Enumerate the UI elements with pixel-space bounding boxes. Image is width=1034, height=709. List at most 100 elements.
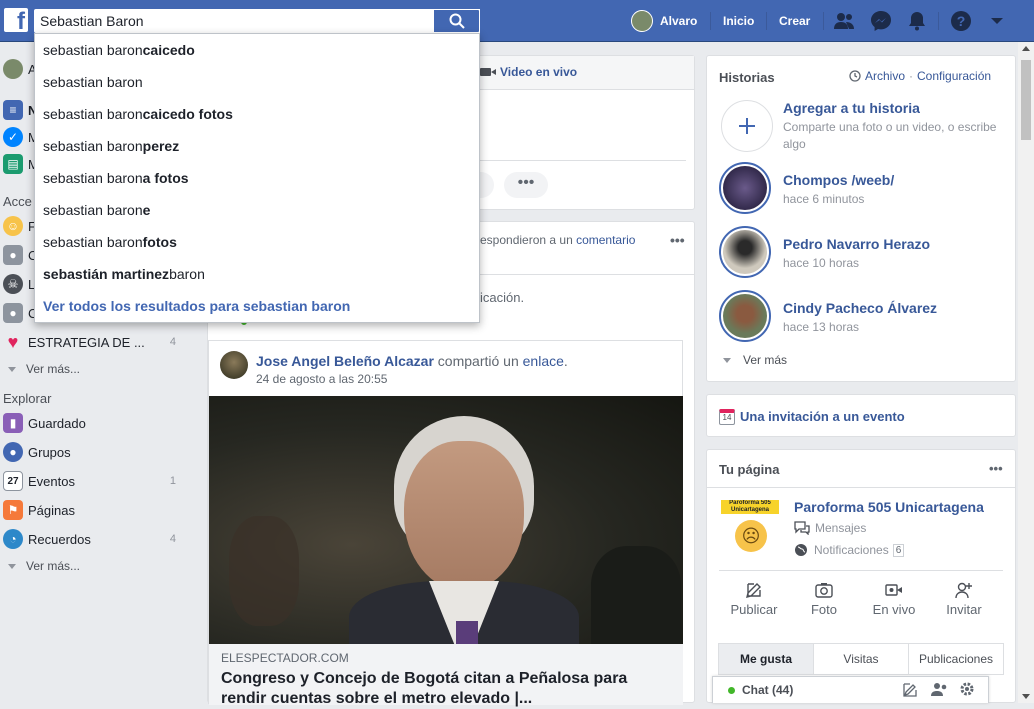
story-avatar[interactable] [719, 290, 771, 342]
help-icon[interactable]: ? [950, 10, 972, 32]
shortcuts-heading: Acce [3, 194, 32, 209]
event-invite-card[interactable]: 14 Una invitación a un evento [706, 394, 1016, 437]
scroll-down-icon[interactable] [1022, 694, 1030, 699]
sidebar-item-pages[interactable]: ⚑ Páginas [0, 497, 190, 523]
friend-requests-icon[interactable] [833, 10, 855, 32]
notifications-bell-icon[interactable] [906, 10, 928, 32]
invite-button[interactable]: Invitar [929, 581, 999, 617]
search-button[interactable] [434, 9, 480, 33]
event-invite-link[interactable]: Una invitación a un evento [740, 409, 905, 424]
search-suggestion[interactable]: sebastian baron a fotos [35, 162, 479, 194]
tab-visits[interactable]: Visitas [814, 644, 909, 674]
chevron-down-icon [8, 563, 16, 569]
photo-button[interactable]: Foto [789, 581, 859, 617]
page-logo-text: Paroforma 505 Unicartagena [721, 500, 779, 514]
action-label: En vivo [872, 602, 916, 617]
see-all-results-link[interactable]: Ver todos los resultados para sebastian … [35, 290, 479, 322]
story-name[interactable]: Pedro Navarro Herazo [783, 236, 930, 252]
shared-link[interactable]: enlace [523, 353, 564, 369]
suggestion-text: baron [169, 266, 205, 282]
search-suggestion[interactable]: sebastián martinez baron [35, 258, 479, 290]
stories-title: Historias [719, 70, 775, 85]
profile-link[interactable]: Alvaro [631, 0, 697, 42]
page-name-link[interactable]: Paroforma 505 Unicartagena [794, 499, 984, 515]
notification-text: respondieron a un comentario [476, 233, 635, 247]
sidebar-item-saved[interactable]: ▮ Guardado [0, 410, 190, 436]
home-link[interactable]: Inicio [723, 0, 754, 42]
profile-name: Alvaro [660, 14, 698, 28]
tab-posts[interactable]: Publicaciones [909, 644, 1003, 674]
messenger-icon[interactable] [870, 10, 892, 32]
story-name[interactable]: Cindy Pacheco Álvarez [783, 300, 937, 316]
sidebar-item-strategy[interactable]: ♥ ESTRATEGIA DE ... 4 [0, 329, 190, 355]
sidebar-item-memories[interactable]: ◔ Recuerdos 4 [0, 526, 190, 552]
publish-button[interactable]: Publicar [719, 581, 789, 617]
create-link[interactable]: Crear [779, 0, 810, 42]
link-preview-image[interactable] [209, 396, 683, 644]
scroll-up-icon[interactable] [1022, 46, 1030, 51]
chat-settings-gear-icon[interactable] [959, 681, 975, 700]
search-input[interactable] [34, 9, 434, 33]
stories-see-more[interactable]: Ver más [723, 353, 787, 367]
post-action-text: . [563, 353, 568, 369]
camera-icon [815, 583, 833, 598]
item-count: 4 [169, 336, 176, 348]
calendar-icon: 27 [3, 471, 23, 491]
page-options-icon[interactable]: ••• [989, 461, 1003, 476]
search-suggestion[interactable]: sebastian baron e [35, 194, 479, 226]
chat-label: Chat (44) [742, 683, 794, 697]
tab-likes[interactable]: Me gusta [719, 644, 814, 674]
post-options-icon[interactable]: ••• [670, 232, 685, 248]
comment-link[interactable]: comentario [576, 233, 635, 247]
avatar[interactable] [220, 351, 248, 379]
stories-links: Archivo · Configuración [849, 69, 991, 83]
story-avatar[interactable] [719, 162, 771, 214]
account-menu-chevron-down-icon[interactable] [986, 10, 1008, 32]
suggestion-bold-text: caicedo fotos [142, 106, 233, 122]
search-suggestion[interactable]: sebastian baron caicedo [35, 34, 479, 66]
story-avatar[interactable] [719, 226, 771, 278]
search-suggestion[interactable]: sebastian baron perez [35, 130, 479, 162]
more-options-icon[interactable]: ••• [504, 172, 548, 198]
sidebar-item-groups[interactable]: ● Grupos [0, 439, 190, 465]
sidebar-item-label: Grupos [28, 444, 71, 460]
page-messages-link[interactable]: Mensajes [794, 521, 866, 535]
divider [719, 570, 1003, 571]
new-group-icon[interactable] [931, 682, 948, 700]
photo-shape [229, 516, 299, 626]
post-author-link[interactable]: Jose Angel Beleño Alcazar [256, 353, 434, 369]
post-timestamp[interactable]: 24 de agosto a las 20:55 [256, 372, 387, 386]
messages-label: Mensajes [815, 521, 867, 535]
see-more-explore-link[interactable]: Ver más... [8, 559, 80, 573]
live-video-label: Video en vivo [500, 65, 578, 79]
post-action-text: compartió un [433, 353, 523, 369]
facebook-logo-icon[interactable]: f [4, 8, 28, 32]
search-suggestion[interactable]: sebastian baron fotos [35, 226, 479, 258]
item-count: 4 [169, 533, 176, 545]
scrollbar-thumb[interactable] [1021, 60, 1031, 140]
live-button[interactable]: En vivo [859, 581, 929, 617]
search-box [34, 9, 480, 33]
see-more-shortcuts-link[interactable]: Ver más... [8, 362, 80, 376]
search-suggestion[interactable]: sebastian baron [35, 66, 479, 98]
archive-link[interactable]: Archivo [865, 69, 905, 83]
emoji-icon: ☹ [735, 520, 767, 552]
page-scrollbar[interactable] [1018, 42, 1034, 703]
add-story-title[interactable]: Agregar a tu historia [783, 100, 920, 116]
live-video-tab[interactable]: Video en vivo [480, 65, 577, 79]
page-logo[interactable]: Paroforma 505 Unicartagena ☹ [721, 500, 779, 560]
add-story-button[interactable] [721, 100, 773, 152]
your-page-title: Tu página [719, 462, 780, 477]
group-icon: ● [3, 245, 23, 265]
chat-bar[interactable]: Chat (44) [712, 676, 989, 703]
sidebar-item-events[interactable]: 27 Eventos 1 [0, 468, 190, 494]
search-suggestion[interactable]: sebastian baron caicedo fotos [35, 98, 479, 130]
new-message-icon[interactable] [903, 682, 918, 700]
search-icon [449, 13, 465, 29]
settings-link[interactable]: Configuración [917, 69, 991, 83]
page-notifications-link[interactable]: Notificaciones 6 [794, 543, 905, 557]
link-preview-caption[interactable]: ELESPECTADOR.COM Congreso y Concejo de B… [209, 644, 683, 707]
see-more-label: Ver más... [26, 362, 81, 376]
story-name[interactable]: Chompos /weeb/ [783, 172, 894, 188]
suggestion-text: sebastian baron [43, 106, 143, 122]
